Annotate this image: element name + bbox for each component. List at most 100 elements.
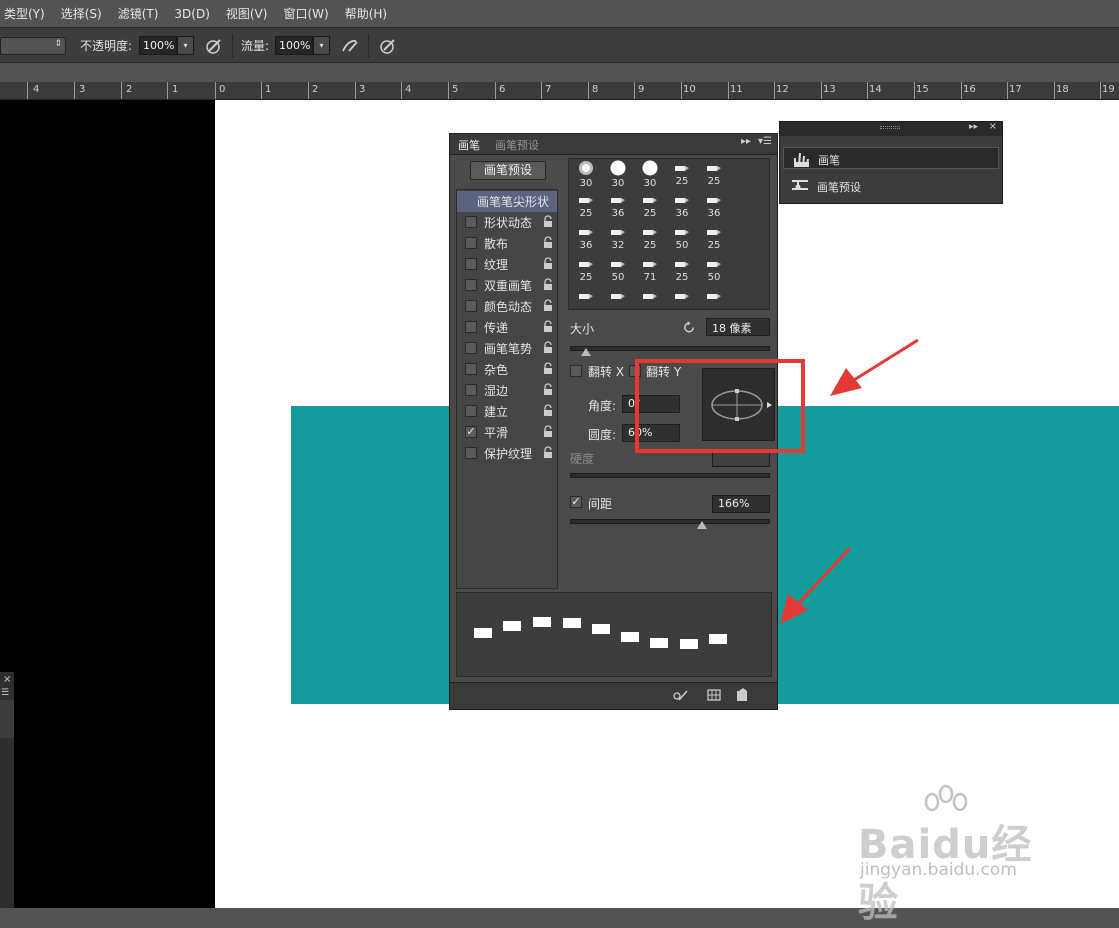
brush-option-checkbox[interactable] bbox=[465, 279, 477, 291]
brush-tip[interactable] bbox=[570, 288, 602, 309]
lock-icon[interactable] bbox=[543, 278, 553, 291]
dock-item-brush-presets[interactable]: 画笔预设 bbox=[783, 175, 999, 197]
lock-icon[interactable] bbox=[543, 341, 553, 354]
toggle-preview-icon[interactable] bbox=[672, 688, 688, 702]
pressure-size-icon[interactable] bbox=[378, 36, 398, 56]
lock-icon[interactable] bbox=[543, 446, 553, 459]
panel-menu-icon[interactable]: ☰ bbox=[1, 688, 9, 698]
size-slider-thumb[interactable] bbox=[581, 348, 591, 356]
spacing-input[interactable]: 166% bbox=[712, 495, 770, 513]
brush-option-checkbox[interactable] bbox=[465, 237, 477, 249]
brush-tip[interactable]: 25 bbox=[698, 160, 730, 192]
dock-header[interactable]: ▸▸ × bbox=[780, 121, 1002, 136]
brush-option-2[interactable]: 散布 bbox=[457, 233, 557, 254]
brush-option-9[interactable]: 湿边 bbox=[457, 380, 557, 401]
close-icon[interactable]: × bbox=[3, 674, 11, 685]
brush-tip[interactable]: 25 bbox=[666, 256, 698, 288]
lock-icon[interactable] bbox=[543, 425, 553, 438]
menu-3d[interactable]: 3D(D) bbox=[174, 7, 209, 21]
pressure-opacity-icon[interactable] bbox=[204, 36, 224, 56]
airbrush-icon[interactable] bbox=[340, 36, 360, 56]
menu-type[interactable]: 类型(Y) bbox=[4, 5, 45, 22]
brush-option-checkbox[interactable] bbox=[465, 321, 477, 333]
brush-tip[interactable]: 25 bbox=[634, 224, 666, 256]
brush-tip[interactable]: 36 bbox=[666, 192, 698, 224]
brush-option-0[interactable]: 画笔笔尖形状 bbox=[457, 191, 557, 212]
brush-option-checkbox[interactable] bbox=[465, 363, 477, 375]
brush-option-checkbox[interactable] bbox=[465, 384, 477, 396]
brush-tip[interactable]: 36 bbox=[602, 192, 634, 224]
spacing-slider-thumb[interactable] bbox=[697, 521, 707, 529]
size-slider-track[interactable] bbox=[570, 346, 770, 351]
brush-option-checkbox[interactable] bbox=[465, 342, 477, 354]
menu-view[interactable]: 视图(V) bbox=[226, 5, 268, 22]
brush-option-checkbox[interactable] bbox=[465, 447, 477, 459]
drag-grip-icon[interactable] bbox=[880, 126, 900, 129]
lock-icon[interactable] bbox=[543, 257, 553, 270]
flip-x-checkbox[interactable] bbox=[570, 365, 582, 377]
lock-icon[interactable] bbox=[543, 404, 553, 417]
brush-tip[interactable]: 50 bbox=[698, 256, 730, 288]
brush-tip[interactable]: 25 bbox=[570, 192, 602, 224]
mode-dropdown[interactable]: ⇕ bbox=[0, 37, 66, 55]
close-icon[interactable]: × bbox=[989, 121, 997, 132]
brush-tip[interactable]: 25 bbox=[634, 192, 666, 224]
brush-tip[interactable]: 36 bbox=[570, 224, 602, 256]
brush-option-6[interactable]: 传递 bbox=[457, 317, 557, 338]
brush-tip[interactable]: 32 bbox=[602, 224, 634, 256]
brush-grid-icon[interactable] bbox=[706, 688, 722, 702]
brush-tip-grid[interactable]: 30 30 30 25 25 25 36 25 36 36 36 32 25 50 25 25 50 71 25 50… bbox=[568, 158, 770, 310]
brush-option-checkbox[interactable]: ✓ bbox=[465, 426, 477, 438]
new-brush-icon[interactable] bbox=[734, 688, 750, 702]
brush-option-checkbox[interactable] bbox=[465, 258, 477, 270]
brush-tip[interactable] bbox=[634, 288, 666, 309]
panel-menu-icon[interactable]: ▾☰ bbox=[758, 136, 772, 147]
brush-option-checkbox[interactable] bbox=[465, 405, 477, 417]
spacing-slider-track[interactable] bbox=[570, 519, 770, 524]
flow-dropdown-button[interactable]: ▾ bbox=[313, 36, 330, 55]
brush-option-5[interactable]: 颜色动态 bbox=[457, 296, 557, 317]
brush-option-10[interactable]: 建立 bbox=[457, 401, 557, 422]
expand-panel-icon[interactable]: ▸▸ bbox=[969, 122, 978, 132]
brush-tip[interactable]: 30 bbox=[634, 160, 666, 192]
brush-tip[interactable]: 25 bbox=[698, 224, 730, 256]
lock-icon[interactable] bbox=[543, 362, 553, 375]
reset-size-icon[interactable] bbox=[682, 320, 697, 335]
tab-brush[interactable]: 画笔 bbox=[458, 137, 480, 153]
lock-icon[interactable] bbox=[543, 215, 553, 228]
brush-tip[interactable]: 50 bbox=[602, 256, 634, 288]
brush-option-checkbox[interactable] bbox=[465, 300, 477, 312]
dock-item-brush[interactable]: 画笔 bbox=[783, 147, 999, 169]
side-panel-button[interactable] bbox=[0, 700, 14, 738]
brush-option-checkbox[interactable] bbox=[465, 216, 477, 228]
brush-tip[interactable] bbox=[666, 288, 698, 309]
tab-brush-presets[interactable]: 画笔预设 bbox=[495, 137, 539, 153]
menu-filter[interactable]: 滤镜(T) bbox=[118, 5, 159, 22]
brush-option-8[interactable]: 杂色 bbox=[457, 359, 557, 380]
brush-tip[interactable]: 36 bbox=[698, 192, 730, 224]
lock-icon[interactable] bbox=[543, 383, 553, 396]
brush-option-1[interactable]: 形状动态 bbox=[457, 212, 557, 233]
menu-help[interactable]: 帮助(H) bbox=[345, 5, 387, 22]
brush-option-3[interactable]: 纹理 bbox=[457, 254, 557, 275]
brush-tip[interactable]: 30 bbox=[570, 160, 602, 192]
brush-option-12[interactable]: 保护纹理 bbox=[457, 443, 557, 464]
brush-presets-button[interactable]: 画笔预设 bbox=[470, 161, 546, 180]
brush-option-7[interactable]: 画笔笔势 bbox=[457, 338, 557, 359]
lock-icon[interactable] bbox=[543, 299, 553, 312]
brush-tip[interactable]: 25 bbox=[570, 256, 602, 288]
collapse-panel-icon[interactable]: ▸▸ bbox=[741, 136, 751, 147]
flow-input[interactable]: 100% bbox=[275, 36, 313, 55]
menu-window[interactable]: 窗口(W) bbox=[283, 5, 328, 22]
brush-tip[interactable] bbox=[698, 288, 730, 309]
opacity-dropdown-button[interactable]: ▾ bbox=[177, 36, 194, 55]
lock-icon[interactable] bbox=[543, 236, 553, 249]
brush-tip[interactable]: 50 bbox=[666, 224, 698, 256]
spacing-checkbox[interactable]: ✓ bbox=[570, 496, 582, 508]
brush-tip[interactable]: 30 bbox=[602, 160, 634, 192]
lock-icon[interactable] bbox=[543, 320, 553, 333]
brush-tip[interactable]: 25 bbox=[666, 160, 698, 192]
opacity-input[interactable]: 100% bbox=[139, 36, 177, 55]
menu-select[interactable]: 选择(S) bbox=[61, 5, 102, 22]
brush-tip[interactable] bbox=[602, 288, 634, 309]
